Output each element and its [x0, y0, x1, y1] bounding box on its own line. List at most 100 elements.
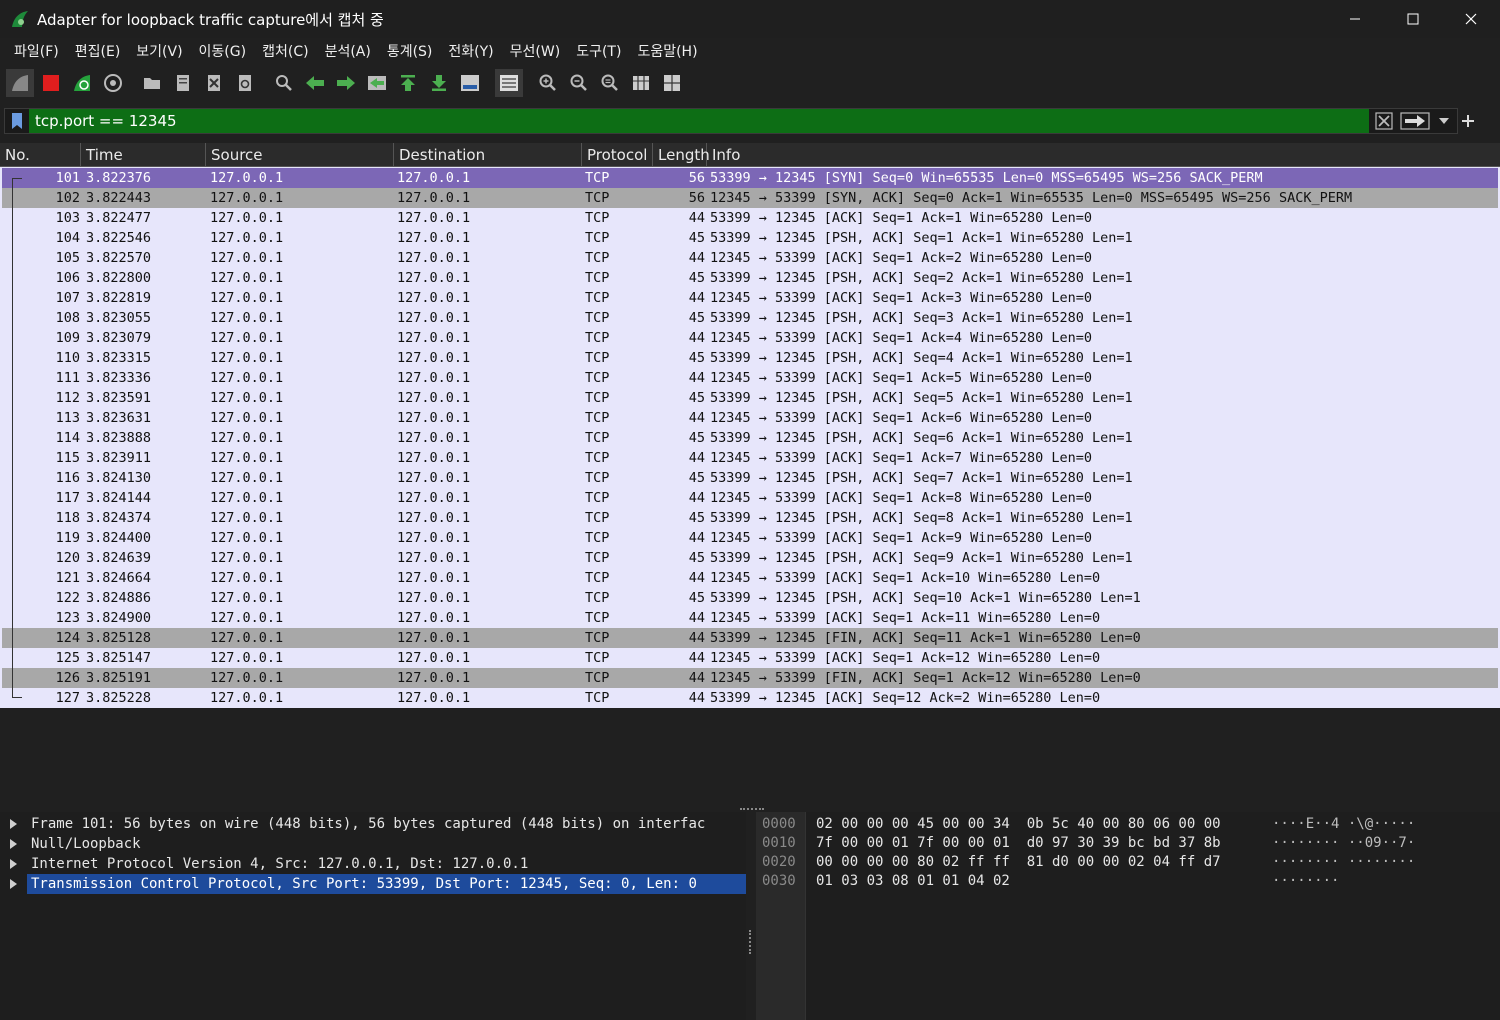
detail-tree-item[interactable]: Frame 101: 56 bytes on wire (448 bits), …	[0, 814, 746, 834]
packet-row[interactable]: 111 3.823336 127.0.0.1 127.0.0.1 TCP 44 12345 …	[2, 368, 1498, 388]
packet-row[interactable]: 126 3.825191 127.0.0.1 127.0.0.1 TCP 44 12345 …	[2, 668, 1498, 688]
packet-cell-info: 53399 → 12345 [PSH, ACK] Seq=6 Ack=1 Win…	[710, 430, 1133, 446]
filter-history-dropdown[interactable]	[1435, 111, 1453, 131]
menu-telephony[interactable]: 전화(Y)	[440, 41, 501, 61]
col-header-protocol[interactable]: Protocol	[582, 143, 653, 167]
close-file-button[interactable]	[200, 69, 228, 97]
byte-hex[interactable]: 00 00 00 00 80 02 ff ff 81 d0 00 00 02 0…	[816, 853, 1221, 872]
expand-arrow-icon[interactable]	[10, 854, 20, 874]
byte-ascii[interactable]: ····E··4 ·\@·····	[1272, 815, 1415, 834]
byte-hex[interactable]: 01 03 03 08 01 01 04 02	[816, 872, 1010, 891]
packet-row[interactable]: 107 3.822819 127.0.0.1 127.0.0.1 TCP 44 12345 …	[2, 288, 1498, 308]
restart-capture-button[interactable]	[68, 69, 96, 97]
splitter-grip[interactable]	[740, 808, 764, 810]
vertical-splitter-grip[interactable]	[749, 930, 751, 954]
byte-ascii[interactable]: ········ ··09··7·	[1272, 834, 1415, 853]
save-file-button[interactable]	[169, 69, 197, 97]
col-header-source[interactable]: Source	[206, 143, 394, 167]
packet-row[interactable]: 108 3.823055 127.0.0.1 127.0.0.1 TCP 45 53399 …	[2, 308, 1498, 328]
expand-arrow-icon[interactable]	[10, 814, 20, 834]
packet-row[interactable]: 114 3.823888 127.0.0.1 127.0.0.1 TCP 45 53399 …	[2, 428, 1498, 448]
find-packet-button[interactable]	[270, 69, 298, 97]
byte-hex[interactable]: 02 00 00 00 45 00 00 34 0b 5c 40 00 80 0…	[816, 815, 1221, 834]
col-header-no[interactable]: No.	[0, 143, 81, 167]
packet-cell-dst: 127.0.0.1	[397, 210, 471, 226]
byte-hex[interactable]: 7f 00 00 01 7f 00 00 01 d0 97 30 39 bc b…	[816, 834, 1221, 853]
packet-row[interactable]: 123 3.824900 127.0.0.1 127.0.0.1 TCP 44 12345 …	[2, 608, 1498, 628]
start-capture-button[interactable]	[6, 69, 34, 97]
byte-ascii[interactable]: ········	[1272, 872, 1339, 891]
packet-row[interactable]: 115 3.823911 127.0.0.1 127.0.0.1 TCP 44 12345 …	[2, 448, 1498, 468]
col-header-length[interactable]: Length	[653, 143, 710, 167]
go-back-button[interactable]	[301, 69, 329, 97]
packet-row[interactable]: 125 3.825147 127.0.0.1 127.0.0.1 TCP 44 12345 …	[2, 648, 1498, 668]
packet-row[interactable]: 118 3.824374 127.0.0.1 127.0.0.1 TCP 45 53399 …	[2, 508, 1498, 528]
menu-capture[interactable]: 캡처(C)	[254, 41, 316, 61]
auto-scroll-button[interactable]	[456, 69, 484, 97]
go-first-button[interactable]	[394, 69, 422, 97]
packet-row[interactable]: 102 3.822443 127.0.0.1 127.0.0.1 TCP 56 12345 …	[2, 188, 1498, 208]
packet-row[interactable]: 112 3.823591 127.0.0.1 127.0.0.1 TCP 45 53399 …	[2, 388, 1498, 408]
reload-file-icon	[239, 75, 251, 91]
add-filter-button-button[interactable]	[1458, 110, 1478, 132]
packet-row[interactable]: 117 3.824144 127.0.0.1 127.0.0.1 TCP 44 12345 …	[2, 488, 1498, 508]
menu-statistics[interactable]: 통계(S)	[379, 41, 441, 61]
normal-size-button[interactable]	[596, 69, 624, 97]
packet-row[interactable]: 127 3.825228 127.0.0.1 127.0.0.1 TCP 44 53399 …	[2, 688, 1498, 708]
packet-row[interactable]: 104 3.822546 127.0.0.1 127.0.0.1 TCP 45 53399 …	[2, 228, 1498, 248]
col-header-info[interactable]: Info	[707, 143, 1500, 167]
zoom-out-button[interactable]	[565, 69, 593, 97]
packet-cell-len: 44	[688, 250, 705, 266]
menu-go[interactable]: 이동(G)	[191, 41, 255, 61]
filter-bookmark-button[interactable]	[5, 109, 29, 133]
maximize-button[interactable]	[1384, 0, 1442, 38]
colorize-button[interactable]	[495, 69, 523, 97]
expand-arrow-icon[interactable]	[10, 834, 20, 854]
clear-icon	[1375, 112, 1393, 130]
packet-row[interactable]: 105 3.822570 127.0.0.1 127.0.0.1 TCP 44 12345 …	[2, 248, 1498, 268]
clear-filter-button[interactable]	[1373, 111, 1395, 131]
expand-arrow-icon[interactable]	[10, 874, 20, 894]
packet-row[interactable]: 122 3.824886 127.0.0.1 127.0.0.1 TCP 45 53399 …	[2, 588, 1498, 608]
packet-row[interactable]: 106 3.822800 127.0.0.1 127.0.0.1 TCP 45 53399 …	[2, 268, 1498, 288]
reload-file-button[interactable]	[231, 69, 259, 97]
resize-columns-button[interactable]	[627, 69, 655, 97]
packet-row[interactable]: 116 3.824130 127.0.0.1 127.0.0.1 TCP 45 53399 …	[2, 468, 1498, 488]
go-last-button[interactable]	[425, 69, 453, 97]
menu-wireless[interactable]: 무선(W)	[502, 41, 569, 61]
detail-tree-item[interactable]: Internet Protocol Version 4, Src: 127.0.…	[0, 854, 746, 874]
packet-row[interactable]: 119 3.824400 127.0.0.1 127.0.0.1 TCP 44 12345 …	[2, 528, 1498, 548]
packet-row[interactable]: 109 3.823079 127.0.0.1 127.0.0.1 TCP 44 12345 …	[2, 328, 1498, 348]
packet-cell-no: 109	[55, 330, 80, 346]
minimize-button[interactable]	[1326, 0, 1384, 38]
zoom-in-button[interactable]	[534, 69, 562, 97]
detail-tree-item[interactable]: Transmission Control Protocol, Src Port:…	[0, 874, 746, 894]
menu-tools[interactable]: 도구(T)	[568, 41, 629, 61]
col-header-time[interactable]: Time	[81, 143, 206, 167]
go-forward-button[interactable]	[332, 69, 360, 97]
packet-row[interactable]: 124 3.825128 127.0.0.1 127.0.0.1 TCP 44 53399 …	[2, 628, 1498, 648]
menu-view[interactable]: 보기(V)	[128, 41, 190, 61]
stop-capture-button[interactable]	[37, 69, 65, 97]
menu-help[interactable]: 도움말(H)	[629, 41, 705, 61]
open-file-button[interactable]	[138, 69, 166, 97]
detail-tree-item[interactable]: Null/Loopback	[0, 834, 746, 854]
menu-analyze[interactable]: 분석(A)	[317, 41, 379, 61]
go-to-packet-button[interactable]	[363, 69, 391, 97]
packet-cell-src: 127.0.0.1	[210, 210, 284, 226]
display-filter-input[interactable]	[29, 109, 1369, 133]
packet-row[interactable]: 120 3.824639 127.0.0.1 127.0.0.1 TCP 45 53399 …	[2, 548, 1498, 568]
packet-row[interactable]: 103 3.822477 127.0.0.1 127.0.0.1 TCP 44 53399 …	[2, 208, 1498, 228]
apply-filter-button[interactable]	[1399, 111, 1431, 131]
packet-row[interactable]: 101 3.822376 127.0.0.1 127.0.0.1 TCP 56 53399 …	[2, 168, 1498, 188]
close-button[interactable]	[1442, 0, 1500, 38]
menu-file[interactable]: 파일(F)	[6, 41, 67, 61]
menu-edit[interactable]: 편집(E)	[67, 41, 129, 61]
col-header-destination[interactable]: Destination	[394, 143, 582, 167]
packet-row[interactable]: 121 3.824664 127.0.0.1 127.0.0.1 TCP 44 12345 …	[2, 568, 1498, 588]
packet-row[interactable]: 110 3.823315 127.0.0.1 127.0.0.1 TCP 45 53399 …	[2, 348, 1498, 368]
capture-options-button[interactable]	[99, 69, 127, 97]
layout-button[interactable]	[658, 69, 686, 97]
packet-row[interactable]: 113 3.823631 127.0.0.1 127.0.0.1 TCP 44 12345 …	[2, 408, 1498, 428]
byte-ascii[interactable]: ········ ········	[1272, 853, 1415, 872]
